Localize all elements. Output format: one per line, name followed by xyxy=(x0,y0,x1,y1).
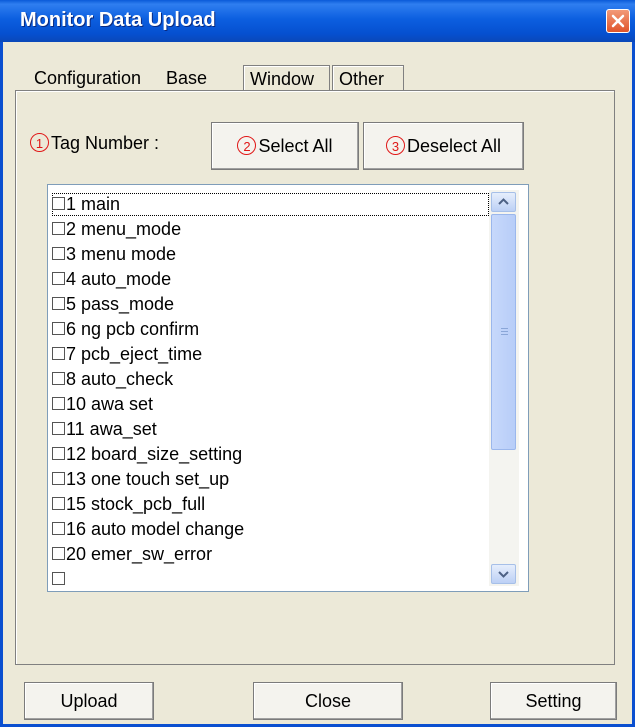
list-item-label: 4 auto_mode xyxy=(66,269,172,289)
list-item-label: 11 awa_set xyxy=(66,419,157,439)
list-item[interactable]: 11 awa_set xyxy=(52,417,157,442)
list-item-label: 16 auto model change xyxy=(66,519,245,539)
thumb-grip xyxy=(501,328,508,329)
close-icon xyxy=(611,14,625,28)
list-item[interactable]: 4 auto_mode xyxy=(52,267,171,292)
list-item[interactable]: 6 ng pcb confirm xyxy=(52,317,199,342)
title-bar[interactable]: Monitor Data Upload xyxy=(0,0,635,43)
tab-other[interactable]: Other xyxy=(332,65,404,91)
close-label: Close xyxy=(304,691,352,711)
tab-configuration[interactable]: Configuration xyxy=(28,65,147,91)
scroll-up-button[interactable] xyxy=(491,192,516,212)
list-item-label: 2 menu_mode xyxy=(66,219,182,239)
window-title: Monitor Data Upload xyxy=(20,9,216,31)
list-scrollbar[interactable] xyxy=(489,190,519,586)
list-item-label: 6 ng pcb confirm xyxy=(66,319,200,339)
upload-button[interactable]: Upload xyxy=(24,682,154,720)
list-item[interactable]: 7 pcb_eject_time xyxy=(52,342,202,367)
setting-label: Setting xyxy=(525,691,582,711)
list-item[interactable]: 5 pass_mode xyxy=(52,292,174,317)
marker-3: 3 xyxy=(385,135,405,155)
list-item[interactable]: 12 board_size_setting xyxy=(52,442,242,467)
scroll-thumb[interactable] xyxy=(491,214,516,450)
checkbox[interactable] xyxy=(52,396,65,410)
chevron-down-icon xyxy=(498,571,509,578)
close-button[interactable]: Close xyxy=(253,682,403,720)
list-item[interactable]: 20 emer_sw_error xyxy=(52,542,212,567)
close-window-button[interactable] xyxy=(606,9,630,33)
checkbox[interactable] xyxy=(52,521,65,535)
list-item[interactable]: 8 auto_check xyxy=(52,367,173,392)
upload-label: Upload xyxy=(60,691,118,711)
checkbox[interactable] xyxy=(52,371,65,385)
list-item-label: 1 main xyxy=(66,194,121,214)
list-item-label: 15 stock_pcb_full xyxy=(66,494,206,514)
deselect-all-button[interactable]: 3 Deselect All xyxy=(363,122,524,170)
tab-window-label: Window xyxy=(250,69,315,89)
select-all-button[interactable]: 2 Select All xyxy=(211,122,359,170)
list-item[interactable]: 15 stock_pcb_full xyxy=(52,492,205,517)
list-item-partial[interactable] xyxy=(52,567,66,591)
list-item-label: 12 board_size_setting xyxy=(66,444,243,464)
scroll-down-button[interactable] xyxy=(491,564,516,584)
list-item[interactable]: 1 main xyxy=(52,192,120,217)
checkbox[interactable] xyxy=(52,221,65,235)
checkbox[interactable] xyxy=(52,271,65,285)
tag-number-label-group: 1 Tag Number : xyxy=(30,132,160,154)
tab-base-label: Base xyxy=(166,68,208,88)
list-item-label: 7 pcb_eject_time xyxy=(66,344,203,364)
checkbox[interactable] xyxy=(52,296,65,310)
checkbox[interactable] xyxy=(52,246,65,260)
tab-other-label: Other xyxy=(339,69,385,89)
deselect-all-label: Deselect All xyxy=(406,136,502,156)
marker-1: 1 xyxy=(30,132,49,152)
thumb-grip xyxy=(501,334,508,335)
checkbox[interactable] xyxy=(52,321,65,335)
list-item[interactable]: 16 auto model change xyxy=(52,517,244,542)
thumb-grip xyxy=(501,331,508,332)
list-item[interactable]: 2 menu_mode xyxy=(52,217,181,242)
checkbox[interactable] xyxy=(52,471,65,485)
select-all-label: Select All xyxy=(258,136,333,156)
setting-button[interactable]: Setting xyxy=(490,682,617,720)
list-item-label: 3 menu mode xyxy=(66,244,177,264)
checkbox[interactable] xyxy=(52,496,65,510)
list-item-label: 20 emer_sw_error xyxy=(66,544,213,564)
tag-list[interactable]: 1 main 2 menu_mode 3 menu mode 4 auto_mo… xyxy=(47,184,529,592)
checkbox[interactable] xyxy=(52,346,65,360)
list-item-label: 5 pass_mode xyxy=(66,294,175,314)
list-item-label: 13 one touch set_up xyxy=(66,469,230,489)
list-item[interactable]: 13 one touch set_up xyxy=(52,467,229,492)
checkbox[interactable] xyxy=(52,421,65,435)
tab-base[interactable]: Base xyxy=(160,65,213,91)
tag-number-label: Tag Number : xyxy=(51,133,160,153)
list-item[interactable]: 10 awa set xyxy=(52,392,153,417)
checkbox[interactable] xyxy=(52,446,65,460)
list-item[interactable]: 3 menu mode xyxy=(52,242,176,267)
checkbox[interactable] xyxy=(52,571,65,585)
checkbox[interactable] xyxy=(52,546,65,560)
list-item-label: 8 auto_check xyxy=(66,369,174,389)
marker-2: 2 xyxy=(237,135,257,155)
tab-configuration-label: Configuration xyxy=(34,68,142,88)
tab-window[interactable]: Window xyxy=(243,65,330,91)
checkbox[interactable] xyxy=(52,196,65,210)
list-item-label: 10 awa set xyxy=(66,394,154,414)
chevron-up-icon xyxy=(498,198,509,205)
